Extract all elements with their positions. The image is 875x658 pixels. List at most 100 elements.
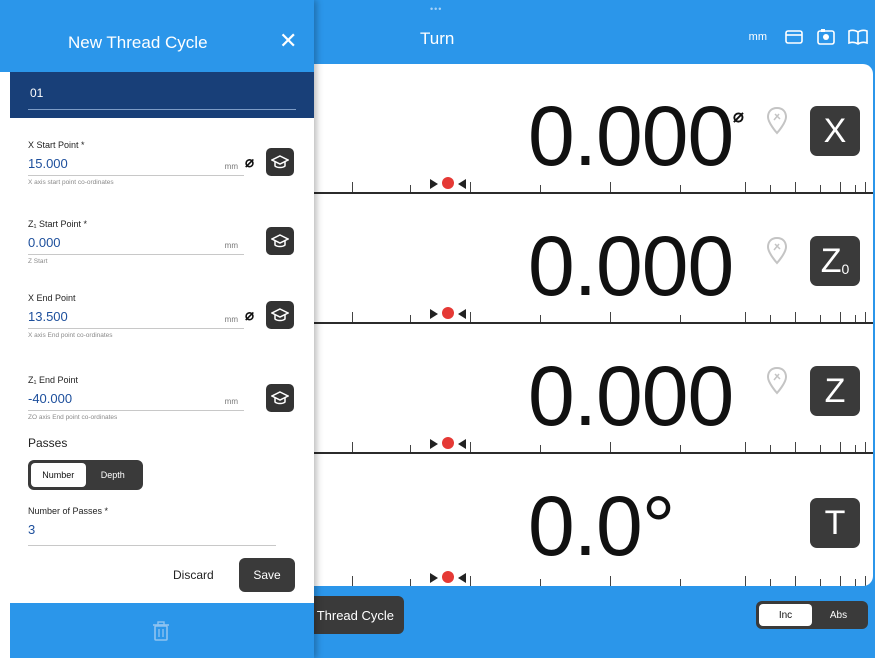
field-hint: ZO axis End point co-ordinates xyxy=(28,414,118,421)
scale-tick xyxy=(610,576,611,586)
scale-tick xyxy=(745,182,746,192)
scale-tick xyxy=(795,576,796,586)
axis-x-label: X xyxy=(823,111,847,150)
axis-z0-button[interactable]: Z0 xyxy=(810,236,860,286)
inc-abs-toggle[interactable]: Inc Abs xyxy=(756,601,868,629)
diameter-icon[interactable]: ⌀ xyxy=(245,153,254,171)
unit-toggle[interactable]: mm xyxy=(749,31,767,43)
field-underline xyxy=(28,175,244,176)
passes-mode-toggle[interactable]: Number Depth xyxy=(28,460,143,490)
top-icons: mm xyxy=(749,27,869,47)
x-end-point-field[interactable]: X End Point 13.500 mm X axis End point c… xyxy=(28,293,244,339)
field-label: Z₁ Start Point * xyxy=(28,219,88,229)
field-hint: X axis End point co-ordinates xyxy=(28,332,113,339)
x-start-point-field[interactable]: X Start Point * 15.000 mm X axis start p… xyxy=(28,140,244,186)
field-value[interactable]: -40.000 xyxy=(28,391,244,406)
scale-tick xyxy=(745,576,746,586)
axis-row-z0: 0.000 Z0 xyxy=(300,194,873,324)
scale-tick xyxy=(470,182,471,192)
scale-tick xyxy=(610,182,611,192)
grab-handle[interactable]: ••• xyxy=(430,4,442,14)
position-dial-marker xyxy=(428,569,468,585)
scale-tick xyxy=(352,576,353,586)
axis-scale xyxy=(300,570,873,586)
teach-button[interactable] xyxy=(266,384,294,412)
scale-tick xyxy=(795,442,796,452)
scale-tick xyxy=(820,445,821,452)
axis-t-button[interactable]: T xyxy=(810,498,860,548)
field-label: X Start Point * xyxy=(28,140,85,150)
passes-depth-segment[interactable]: Depth xyxy=(86,463,141,487)
discard-button[interactable]: Discard xyxy=(173,568,214,582)
abs-segment[interactable]: Abs xyxy=(812,604,865,626)
thread-cycle-button[interactable]: Thread Cycle xyxy=(300,596,404,634)
trash-icon[interactable] xyxy=(152,621,170,641)
scale-tick xyxy=(410,579,411,586)
scale-tick xyxy=(855,579,856,586)
pin-icon[interactable] xyxy=(766,236,788,266)
scale-tick xyxy=(865,312,866,322)
field-value[interactable]: 13.500 xyxy=(28,309,244,324)
scale-tick xyxy=(352,312,353,322)
field-value[interactable]: 0.000 xyxy=(28,235,244,250)
scale-tick xyxy=(770,445,771,452)
field-value[interactable]: 3 xyxy=(28,522,276,537)
field-underline xyxy=(28,410,244,411)
scale-tick xyxy=(680,579,681,586)
axis-z-label: Z xyxy=(824,371,846,410)
scale-tick xyxy=(865,442,866,452)
graduation-cap-icon xyxy=(271,308,289,322)
save-button[interactable]: Save xyxy=(239,558,295,592)
settings-card-icon[interactable] xyxy=(815,27,837,47)
scale-tick xyxy=(840,182,841,192)
scale-tick xyxy=(540,315,541,322)
scale-tick xyxy=(840,576,841,586)
inc-segment[interactable]: Inc xyxy=(759,604,812,626)
scale-tick xyxy=(680,445,681,452)
field-label: Z₁ End Point xyxy=(28,375,79,385)
scale-tick xyxy=(540,445,541,452)
pin-icon[interactable] xyxy=(766,366,788,396)
scale-tick xyxy=(795,182,796,192)
teach-button[interactable] xyxy=(266,301,294,329)
field-hint: X axis start point co-ordinates xyxy=(28,179,114,186)
card-icon[interactable] xyxy=(783,27,805,47)
field-unit: mm xyxy=(224,162,238,171)
scale-tick xyxy=(840,312,841,322)
diameter-icon[interactable]: ⌀ xyxy=(245,306,254,324)
position-dial-marker xyxy=(428,305,468,321)
scale-tick xyxy=(855,315,856,322)
scale-tick xyxy=(470,312,471,322)
field-label: Number of Passes * xyxy=(28,506,109,516)
axis-z0-value: 0.000 xyxy=(528,219,734,313)
scale-tick xyxy=(840,442,841,452)
z-end-point-field[interactable]: Z₁ End Point -40.000 mm ZO axis End poin… xyxy=(28,375,244,421)
number-of-passes-field[interactable]: Number of Passes * 3 xyxy=(28,506,276,546)
graduation-cap-icon xyxy=(271,155,289,169)
scale-tick xyxy=(680,185,681,192)
axis-z0-subscript: 0 xyxy=(841,261,850,277)
scale-tick xyxy=(610,442,611,452)
z-start-point-field[interactable]: Z₁ Start Point * 0.000 mm Z Start xyxy=(28,219,244,265)
field-unit: mm xyxy=(224,241,238,250)
axis-x-button[interactable]: X xyxy=(810,106,860,156)
axis-scale xyxy=(300,176,873,192)
pin-icon[interactable] xyxy=(766,106,788,136)
scale-tick xyxy=(820,579,821,586)
graduation-cap-icon xyxy=(271,391,289,405)
passes-label: Passes xyxy=(28,436,68,450)
program-underline xyxy=(28,109,296,110)
scale-tick xyxy=(745,312,746,322)
book-icon[interactable] xyxy=(847,27,869,47)
program-number[interactable]: 01 xyxy=(30,86,43,100)
scale-tick xyxy=(470,442,471,452)
teach-button[interactable] xyxy=(266,227,294,255)
teach-button[interactable] xyxy=(266,148,294,176)
axis-z-button[interactable]: Z xyxy=(810,366,860,416)
scale-tick xyxy=(680,315,681,322)
scale-tick xyxy=(410,185,411,192)
passes-number-segment[interactable]: Number xyxy=(31,463,86,487)
field-value[interactable]: 15.000 xyxy=(28,156,244,171)
close-icon[interactable]: ✕ xyxy=(279,30,297,52)
field-label: X End Point xyxy=(28,293,76,303)
